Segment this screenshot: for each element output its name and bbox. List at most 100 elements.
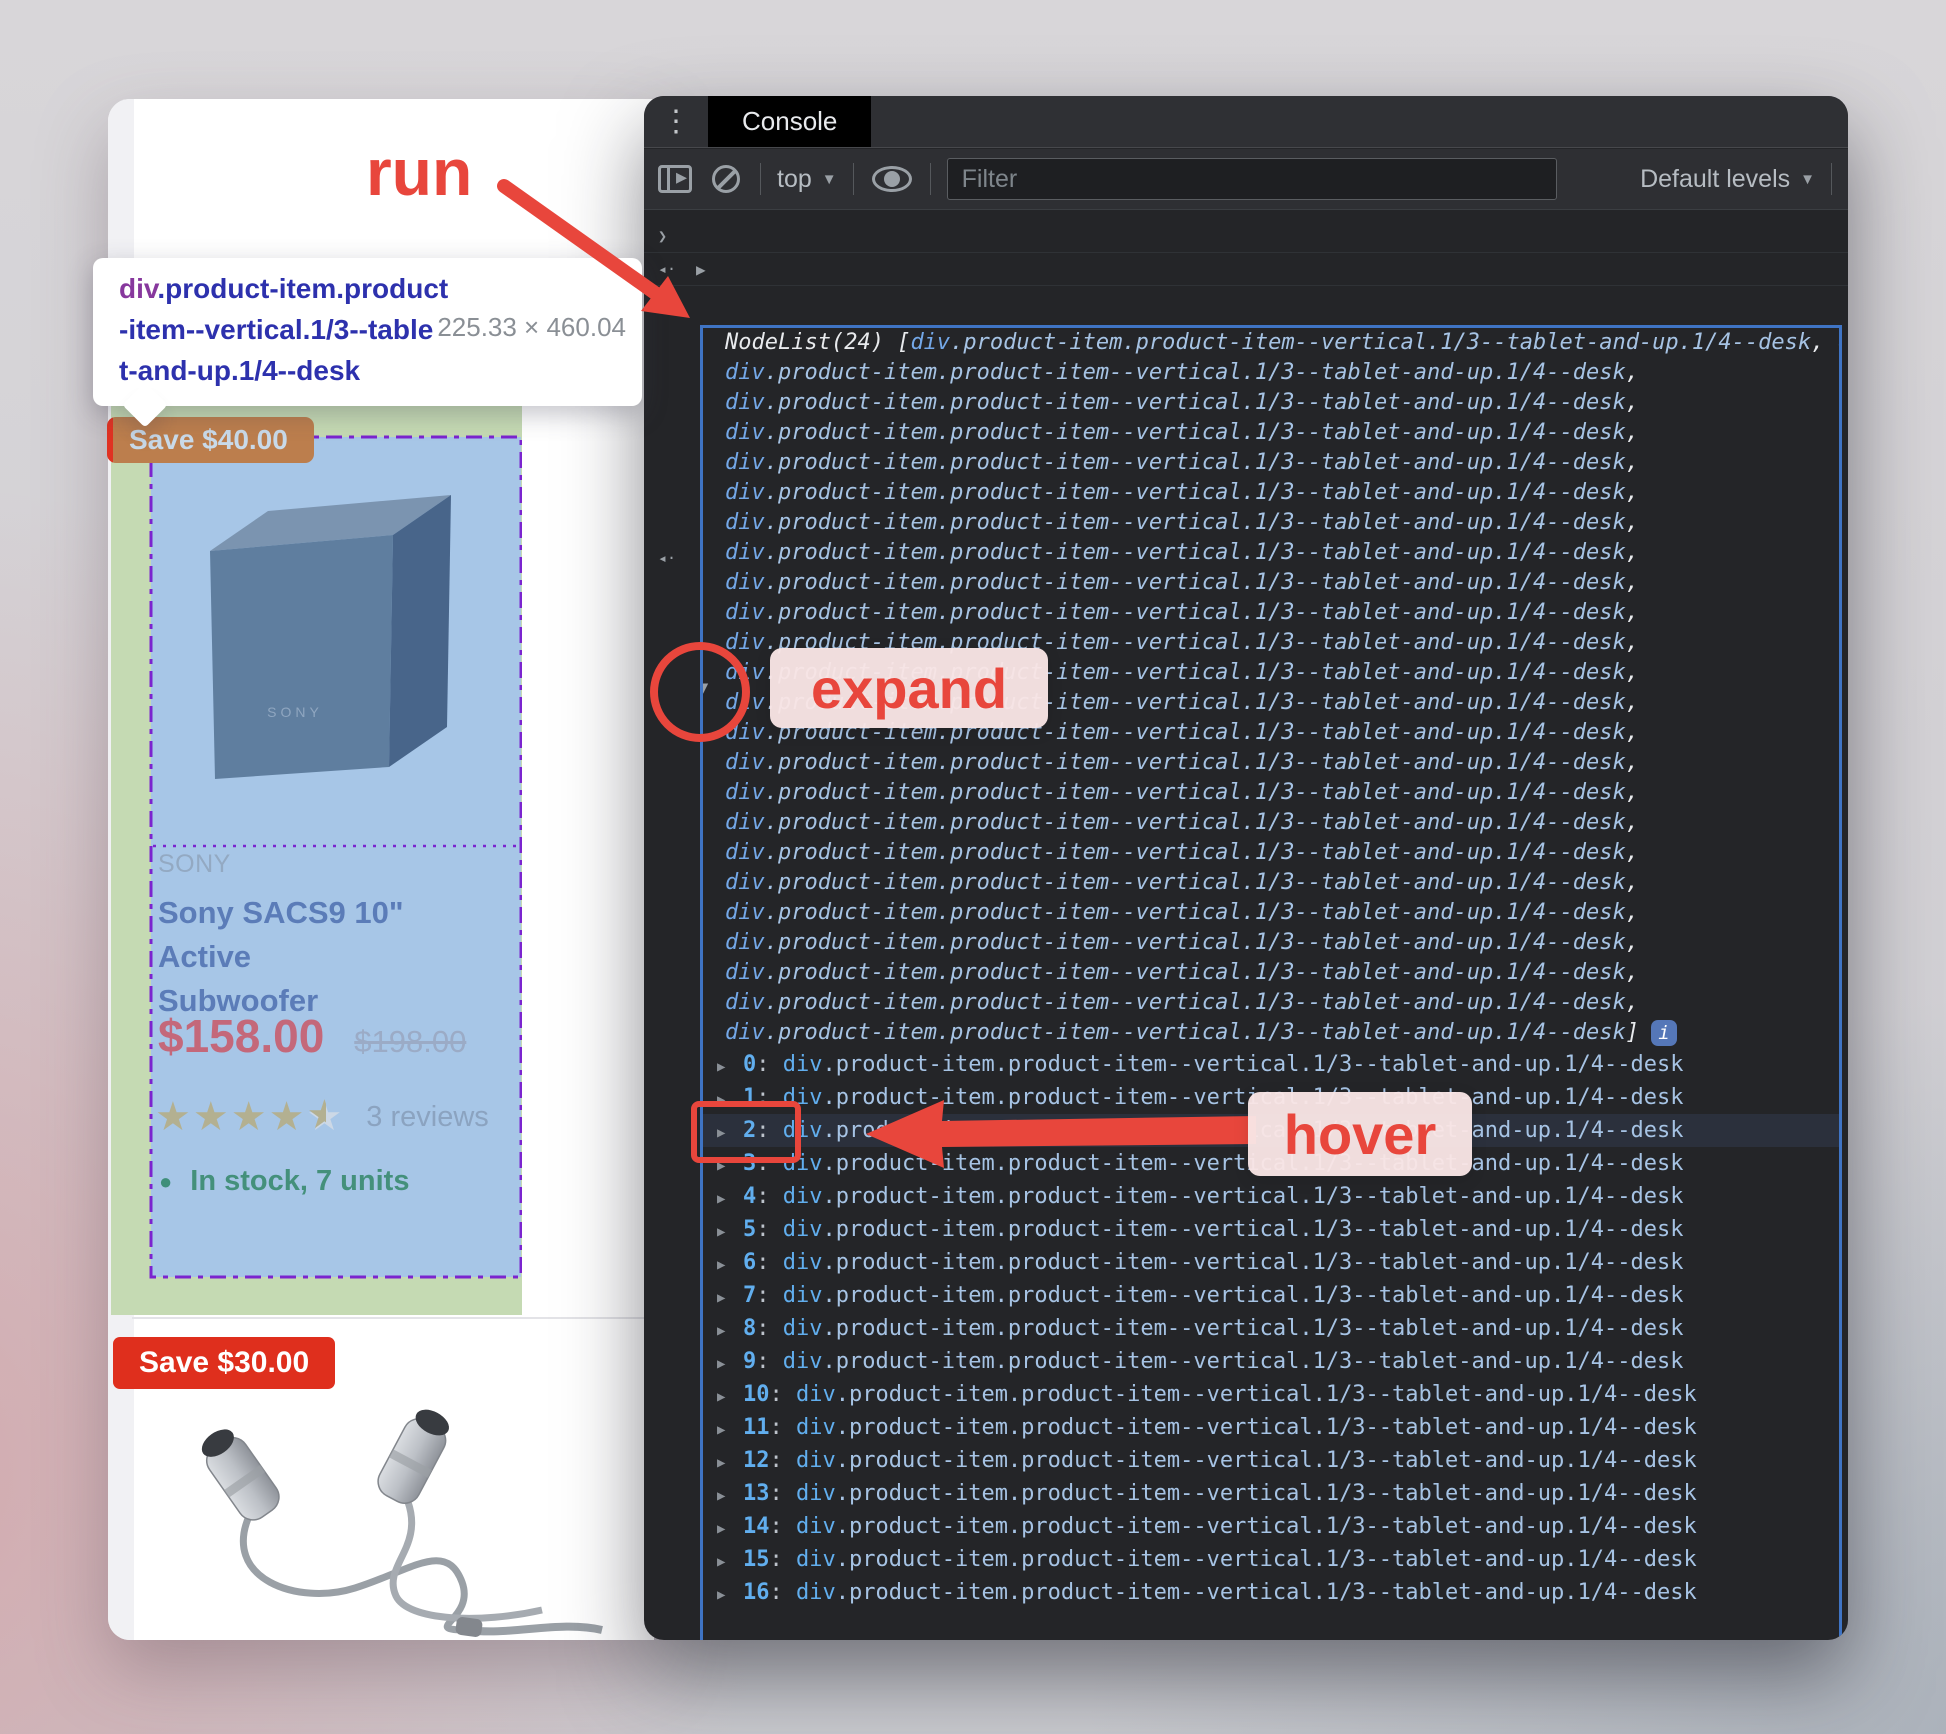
nodelist-preview-line: div.product-item.product-item--vertical.…: [725, 870, 1639, 895]
prompt-icon: ❯: [658, 293, 668, 311]
product-price: $158.00: [158, 1010, 325, 1062]
discount-badge-2: Save $30.00: [113, 1337, 336, 1389]
nodelist-preview-line: div.product-item.product-item--vertical.…: [725, 510, 1639, 535]
expander-icon[interactable]: ▶: [717, 1315, 743, 1345]
nodelist-preview-line: div.product-item.product-item--vertical.…: [725, 570, 1639, 595]
nodelist-preview-line: div.product-item.product-item--vertical.…: [725, 930, 1639, 955]
console-array-item-15[interactable]: ▶ 15: div.product-item.product-item--vert…: [703, 1543, 1839, 1576]
console-array-item-5[interactable]: ▶ 5: div.product-item.product-item--verti…: [703, 1213, 1839, 1246]
nodelist-preview-line: div.product-item.product-item--vertical.…: [725, 780, 1639, 805]
expander-icon[interactable]: ▶: [717, 1216, 743, 1246]
console-command-2[interactable]: ❯ document.querySelectorAll('.product-it…: [644, 286, 1848, 319]
product-old-price: $198.00: [354, 1024, 467, 1059]
console-array-item-7[interactable]: ▶ 7: div.product-item.product-item--verti…: [703, 1279, 1839, 1312]
expander-icon[interactable]: ▶: [717, 1282, 743, 1312]
speaker-logo-text: SONY: [267, 704, 323, 720]
browser-window: SONY Save $40.00 SONY Sony SACS9 10" Act…: [93, 99, 654, 1640]
nodelist-preview-line: div.product-item.product-item--vertical.…: [725, 480, 1639, 505]
nodelist-preview-line: div.product-item.product-item--vertical.…: [725, 450, 1639, 475]
info-icon[interactable]: i: [1650, 1020, 1677, 1046]
expander-icon[interactable]: ▶: [717, 1579, 743, 1609]
tab-console[interactable]: Console: [708, 96, 872, 147]
discount-badge-2-label: Save $30.00: [139, 1346, 310, 1379]
desktop-background: SONY Save $40.00 SONY Sony SACS9 10" Act…: [0, 0, 1946, 1734]
product-brand: SONY: [158, 850, 231, 878]
inspect-tooltip: div.product-item.product -item--vertical…: [93, 258, 642, 406]
nodelist-preview-line: div.product-item.product-item--vertical.…: [725, 420, 1639, 445]
console-array-item-9[interactable]: ▶ 9: div.product-item.product-item--verti…: [703, 1345, 1839, 1378]
stock-status: In stock, 7 units: [190, 1165, 410, 1197]
context-selector[interactable]: top ▼: [777, 165, 837, 194]
review-count[interactable]: 3 reviews: [366, 1101, 489, 1134]
console-toolbar: top ▼ Default levels ▼: [644, 149, 1848, 210]
kebab-menu-icon[interactable]: ⋮: [644, 96, 708, 147]
product-title[interactable]: Sony SACS9 10" Active Subwoofer: [158, 891, 498, 1023]
prompt-icon: ❯: [658, 227, 668, 245]
expander-icon[interactable]: ▶: [717, 1183, 743, 1213]
product-card-highlighted[interactable]: SONY Save $40.00 SONY Sony SACS9 10" Act…: [107, 397, 522, 1315]
stock-dot-icon: ●: [159, 1168, 173, 1194]
console-array-item-8[interactable]: ▶ 8: div.product-item.product-item--verti…: [703, 1312, 1839, 1345]
expander-open-icon[interactable]: ▼: [703, 678, 708, 698]
nodelist-preview-line: div.product-item.product-item--vertical.…: [725, 840, 1639, 865]
nodelist-preview-line: div.product-item.product-item--vertical.…: [725, 360, 1639, 385]
console-array-item-14[interactable]: ▶ 14: div.product-item.product-item--vert…: [703, 1510, 1839, 1543]
console-array-item-6[interactable]: ▶ 6: div.product-item.product-item--verti…: [703, 1246, 1839, 1279]
row-divider: [132, 1317, 652, 1319]
console-array-item-13[interactable]: ▶ 13: div.product-item.product-item--vert…: [703, 1477, 1839, 1510]
inspect-selector: div.product-item.product -item--vertical…: [119, 273, 449, 386]
star-rating-icon: ★★★★★★: [155, 1095, 345, 1139]
expander-icon[interactable]: ▶: [717, 1447, 743, 1477]
discount-badge-label: Save $40.00: [129, 424, 288, 455]
clear-console-icon[interactable]: [712, 165, 740, 193]
console-result-1[interactable]: ◂· ▶ <div class="product-item product-it…: [644, 253, 1848, 286]
nodelist-preview-line: div.product-item.product-item--vertical.…: [725, 390, 1639, 415]
inspect-dimensions: 225.33 × 460.04: [437, 312, 626, 342]
expander-icon[interactable]: ▶: [717, 1546, 743, 1576]
expander-icon[interactable]: ▶: [717, 1117, 743, 1147]
console-array-item-11[interactable]: ▶ 11: div.product-item.product-item--vert…: [703, 1411, 1839, 1444]
expander-icon[interactable]: ▶: [717, 1381, 743, 1411]
expander-icon[interactable]: ▶: [717, 1051, 743, 1081]
console-array-item-10[interactable]: ▶ 10: div.product-item.product-item--vert…: [703, 1378, 1839, 1411]
nodelist-preview-line: NodeList(24) [div.product-item.product-i…: [725, 330, 1839, 355]
nodelist-preview-line: div.product-item.product-item--vertical.…: [725, 990, 1639, 1015]
console-array-item-4[interactable]: ▶ 4: div.product-item.product-item--verti…: [703, 1180, 1839, 1213]
expander-icon[interactable]: ▶: [717, 1249, 743, 1279]
nodelist-preview-line: div.product-item.product-item--vertical.…: [725, 960, 1639, 985]
live-expression-icon[interactable]: [871, 166, 912, 192]
expander-icon[interactable]: ▶: [717, 1150, 743, 1180]
annotation-expand-label: expand: [770, 648, 1048, 728]
console-array-item-16[interactable]: ▶ 16: div.product-item.product-item--vert…: [703, 1576, 1839, 1609]
annotation-run-label: run: [366, 135, 473, 209]
log-levels-selector[interactable]: Default levels ▼: [1640, 165, 1815, 194]
result-arrow-icon: ◂·: [658, 260, 677, 278]
expander-icon[interactable]: ▶: [717, 1084, 743, 1114]
console-array-item-0[interactable]: ▶ 0: div.product-item.product-item--verti…: [703, 1048, 1839, 1081]
expander-icon[interactable]: ▶: [717, 1513, 743, 1543]
expander-icon[interactable]: ▶: [717, 1414, 743, 1444]
devtools-tabbar: ⋮ Console: [644, 96, 1848, 148]
nodelist-preview-line: div.product-item.product-item--vertical.…: [703, 1018, 1839, 1048]
filter-input[interactable]: [946, 158, 1557, 200]
nodelist-preview-line: div.product-item.product-item--vertical.…: [725, 810, 1639, 835]
annotation-hover-label: hover: [1248, 1092, 1472, 1176]
nodelist-preview-line: div.product-item.product-item--vertical.…: [725, 600, 1639, 625]
expander-icon[interactable]: ▶: [696, 253, 706, 285]
chevron-down-icon: ▼: [1800, 170, 1815, 188]
console-command-1[interactable]: ❯ document.querySelector('.product-item'…: [644, 220, 1848, 253]
subwoofer-product-image: SONY: [210, 495, 451, 779]
expander-icon[interactable]: ▶: [717, 1480, 743, 1510]
earbuds-product-image: [201, 1409, 603, 1637]
chevron-down-icon: ▼: [821, 170, 837, 188]
nodelist-preview-line: div.product-item.product-item--vertical.…: [725, 540, 1639, 565]
selector-tag: div: [119, 273, 158, 304]
dock-side-icon[interactable]: [658, 164, 692, 193]
console-messages: ❯ document.querySelector('.product-item'…: [644, 210, 1848, 1640]
console-array-item-12[interactable]: ▶ 12: div.product-item.product-item--vert…: [703, 1444, 1839, 1477]
nodelist-preview-line: div.product-item.product-item--vertical.…: [725, 900, 1639, 925]
nodelist-result-block[interactable]: ▼ NodeList(24) [div.product-item.product…: [700, 325, 1842, 1640]
nodelist-preview-line: div.product-item.product-item--vertical.…: [725, 750, 1639, 775]
devtools-console: ⋮ Console top ▼ Default levels ▼: [644, 96, 1848, 1640]
expander-icon[interactable]: ▶: [717, 1348, 743, 1378]
